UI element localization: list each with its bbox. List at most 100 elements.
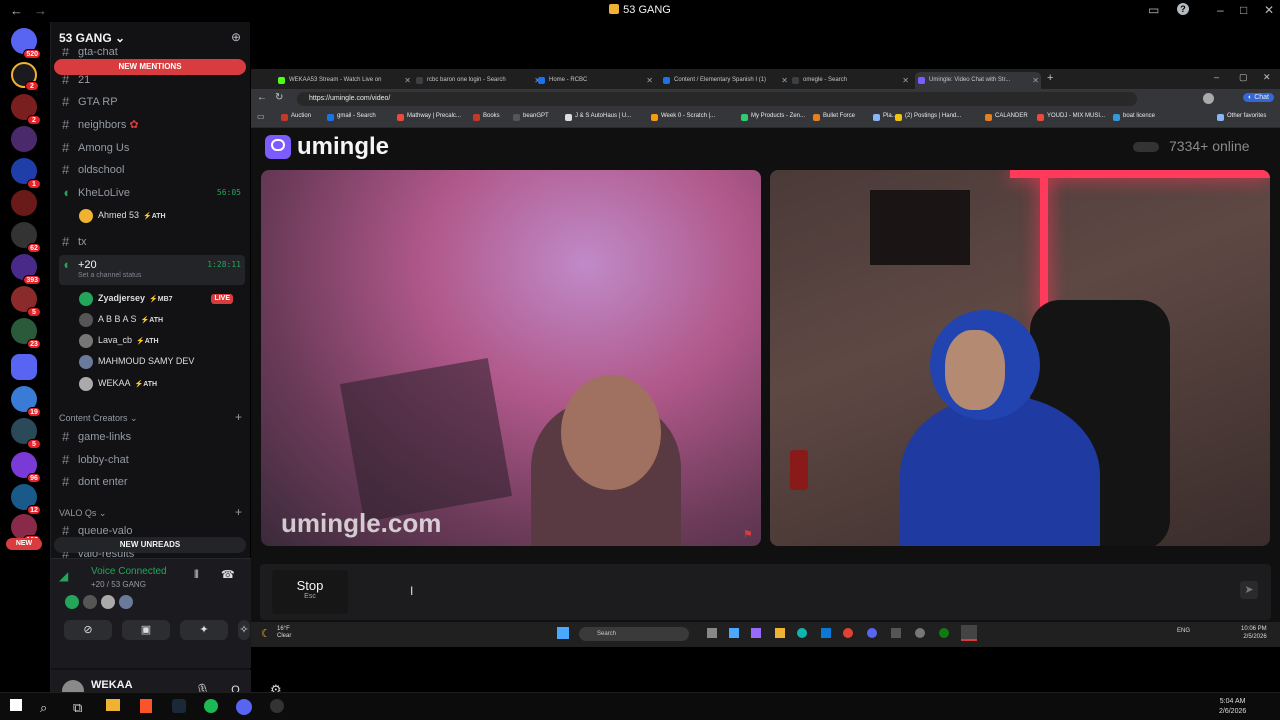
new-unreads-bar[interactable]: NEW UNREADS: [54, 537, 246, 553]
avatar[interactable]: [101, 595, 115, 609]
browser-tab-active[interactable]: Umingle: Video Chat with Str... ✕: [915, 72, 1041, 89]
activities-button[interactable]: ✦: [180, 620, 228, 640]
bookmark-item[interactable]: Books: [473, 113, 500, 121]
discord-icon[interactable]: [867, 628, 877, 638]
channel-dont-enter[interactable]: # dont enter: [59, 472, 245, 492]
server-icon[interactable]: 102: [11, 514, 41, 545]
voice-user-ahmed[interactable]: Ahmed 53 ⚡ATH: [79, 206, 239, 225]
channel-status[interactable]: Set a channel status: [78, 271, 141, 281]
browser-tab[interactable]: rcbc baron one login - Search✕: [413, 72, 543, 89]
channel-neighbors[interactable]: # neighbors ✿: [59, 115, 245, 135]
steam-icon[interactable]: [961, 625, 977, 641]
channel-tx[interactable]: # tx: [59, 232, 245, 252]
maximize-icon[interactable]: □: [1240, 3, 1247, 17]
camera-off-button[interactable]: ⊘: [64, 620, 112, 640]
bookmark-item[interactable]: Bullet Force: [813, 113, 855, 121]
server-icon[interactable]: 12: [11, 484, 41, 515]
task-view-icon[interactable]: [707, 628, 717, 638]
voice-user[interactable]: Lava_cb ⚡ATH: [79, 331, 239, 350]
browser-tab[interactable]: omegle - Search ✕: [789, 72, 911, 89]
inbox-icon[interactable]: ▭: [1148, 3, 1159, 17]
task-view-icon[interactable]: ⧉: [73, 700, 82, 716]
server-icon[interactable]: 1: [11, 158, 41, 189]
new-tab-icon[interactable]: +: [1047, 72, 1053, 84]
invite-people-icon[interactable]: ⊕: [231, 30, 241, 44]
channel-queue-valo[interactable]: # queue-valo: [59, 522, 245, 536]
obs-icon[interactable]: [270, 699, 284, 713]
spotify-icon[interactable]: [204, 699, 218, 713]
refresh-icon[interactable]: ↻: [275, 92, 283, 103]
system-clock[interactable]: 5:04 AM 2/6/2026: [1219, 697, 1246, 717]
add-channel-icon[interactable]: +: [235, 410, 242, 424]
category-content-creators[interactable]: Content Creators ⌄: [59, 413, 138, 424]
online-toggle[interactable]: [1133, 142, 1159, 152]
channel-gta-chat[interactable]: # gta-chat: [59, 48, 245, 58]
app-icon[interactable]: [891, 628, 901, 638]
server-icon[interactable]: 2: [11, 94, 41, 125]
report-flag-icon[interactable]: ⚑: [743, 528, 753, 541]
minimize-icon[interactable]: –: [1217, 3, 1224, 17]
profile-avatar[interactable]: [1203, 93, 1214, 104]
server-icon[interactable]: 62: [11, 222, 41, 253]
chrome-icon[interactable]: [843, 628, 853, 638]
screen-share-button[interactable]: ▣: [122, 620, 170, 640]
server-icon[interactable]: [11, 190, 37, 216]
add-channel-icon[interactable]: +: [235, 505, 242, 519]
brave-icon[interactable]: [140, 699, 152, 713]
weather-widget[interactable]: 16°F Clear: [277, 626, 291, 640]
voice-channel-khelolive[interactable]: ◖ KheLoLive 56:05: [59, 183, 245, 203]
send-icon[interactable]: ➤: [1240, 581, 1258, 599]
stop-button[interactable]: Stop Esc: [272, 570, 348, 614]
new-pill[interactable]: NEW: [6, 538, 42, 550]
browser-tab[interactable]: Home - RCBC ✕: [535, 72, 655, 89]
windows-search-box[interactable]: Search: [579, 627, 689, 641]
voice-channel-plus20[interactable]: ◖ +20 1:28:11 Set a channel status: [59, 255, 245, 285]
windows-start-icon[interactable]: [557, 627, 569, 639]
bookmark-item[interactable]: beanGPT: [513, 113, 549, 121]
edge-icon[interactable]: [797, 628, 807, 638]
bookmark-item[interactable]: Week 0 - Scratch |...: [651, 113, 715, 121]
file-explorer-icon[interactable]: [106, 699, 120, 711]
discord-icon[interactable]: [236, 699, 252, 715]
voice-user[interactable]: Zyadjersey ⚡MB7 LIVE: [79, 289, 239, 308]
avatar[interactable]: [83, 595, 97, 609]
app-icon[interactable]: [751, 628, 761, 638]
bookmark-item[interactable]: Pla...: [873, 113, 897, 121]
bookmark-item[interactable]: boat licence: [1113, 113, 1155, 121]
bookmark-item[interactable]: Auction: [281, 113, 311, 121]
direct-messages-icon[interactable]: 520: [11, 28, 41, 59]
browser-tab[interactable]: Content / Elementary Spanish I (1) ✕: [660, 72, 790, 89]
file-explorer-icon[interactable]: [775, 628, 785, 638]
close-icon[interactable]: ✕: [1263, 72, 1271, 83]
folder-icon[interactable]: [11, 354, 37, 380]
server-icon[interactable]: [11, 126, 37, 152]
copilot-chat-button[interactable]: ◐ Chat: [1243, 93, 1274, 102]
server-icon[interactable]: 23: [11, 318, 41, 349]
avatar[interactable]: [65, 595, 79, 609]
category-valo-qs[interactable]: VALO Qs ⌄: [59, 508, 106, 519]
xbox-icon[interactable]: [939, 628, 949, 638]
voice-user[interactable]: WEKAA ⚡ATH: [79, 374, 239, 393]
bookmark-item[interactable]: CALANDER: [985, 113, 1028, 121]
server-53gang[interactable]: 2: [11, 62, 39, 91]
noise-suppression-icon[interactable]: ⦀: [194, 569, 199, 582]
avatar[interactable]: [119, 595, 133, 609]
bookmark-item[interactable]: Mathway | Precalc...: [397, 113, 461, 121]
language-indicator[interactable]: ENG: [1177, 628, 1190, 634]
minimize-icon[interactable]: –: [1214, 72, 1219, 82]
search-icon[interactable]: ⌕: [40, 700, 47, 716]
disconnect-icon[interactable]: ☎: [221, 568, 235, 581]
sidebar-toggle-icon[interactable]: ▭: [257, 112, 265, 121]
close-icon[interactable]: ✕: [1264, 3, 1274, 17]
maximize-icon[interactable]: ▢: [1239, 72, 1248, 83]
outlook-icon[interactable]: [821, 628, 831, 638]
bookmark-item[interactable]: (2) Postings | Hand...: [895, 113, 961, 121]
channel-game-links[interactable]: # game-links: [59, 427, 245, 447]
other-favorites[interactable]: Other favorites: [1217, 113, 1266, 121]
help-icon[interactable]: ?: [1177, 3, 1189, 15]
server-icon[interactable]: 5: [11, 418, 41, 449]
voice-location[interactable]: +20 / 53 GANG: [91, 580, 146, 589]
voice-user[interactable]: A B B A S ⚡ATH: [79, 310, 239, 329]
voice-user[interactable]: MAHMOUD SAMY DEV: [79, 352, 239, 371]
server-icon[interactable]: 19: [11, 386, 41, 417]
